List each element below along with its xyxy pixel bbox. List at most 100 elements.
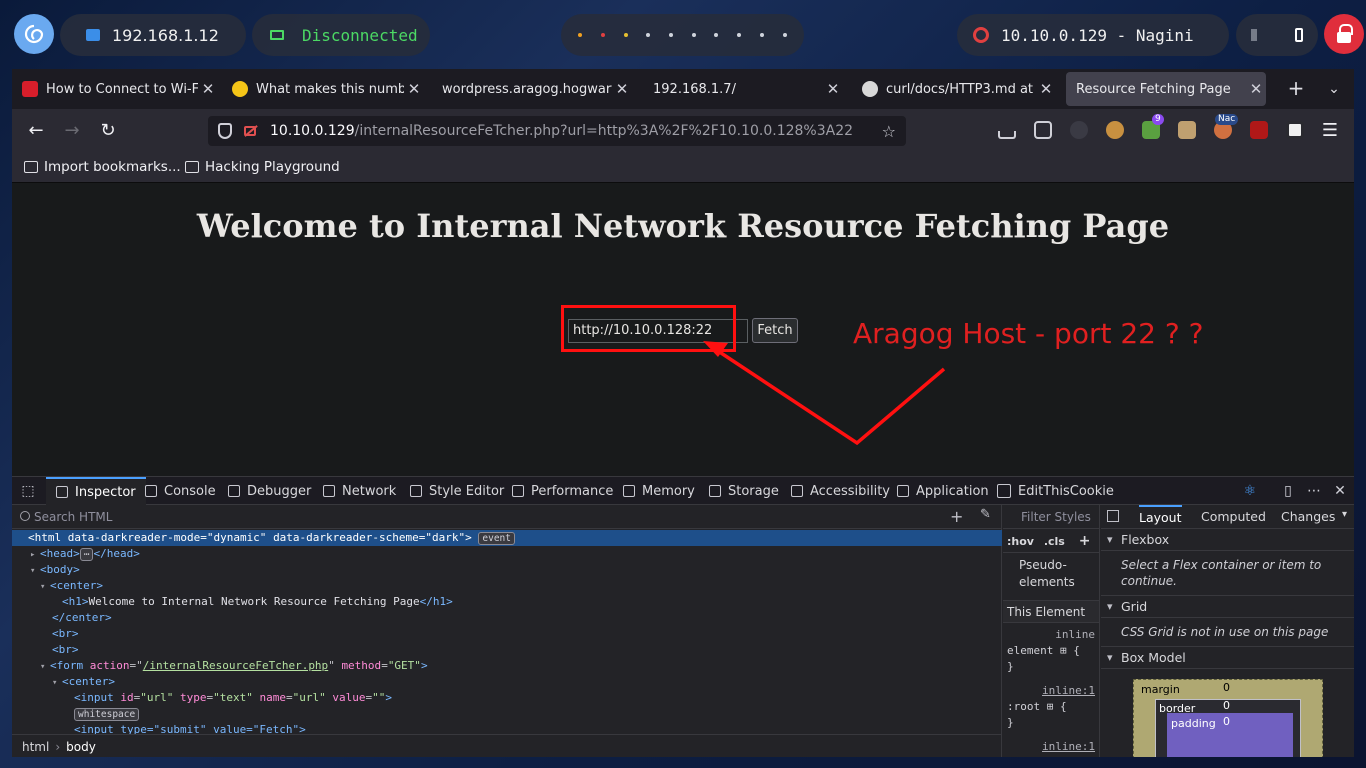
tab-application[interactable]: Application	[897, 477, 989, 505]
tab-performance[interactable]: Performance	[512, 477, 613, 505]
element-picker-icon[interactable]: ⬚	[20, 483, 36, 499]
rule-source-link[interactable]: inline:1	[1007, 739, 1095, 755]
form-action-link[interactable]: /internalResourceFeTcher.php	[143, 659, 328, 672]
overflow-chevron-icon[interactable]: ▾	[1342, 509, 1347, 520]
workspace-switcher[interactable]	[561, 14, 804, 56]
volume-muted-icon[interactable]	[1251, 29, 1265, 41]
eyedropper-icon[interactable]: ✎	[980, 507, 991, 522]
workspace-dot[interactable]	[782, 33, 787, 37]
tree-node-h1[interactable]: <h1>Welcome to Internal Network Resource…	[12, 594, 1002, 610]
class-toggle[interactable]: .cls	[1044, 535, 1065, 548]
tree-node-br[interactable]: <br>	[12, 626, 1002, 642]
tab-console[interactable]: Console	[145, 477, 216, 505]
tab-layout[interactable]: Layout	[1139, 505, 1182, 529]
tab-storage[interactable]: Storage	[709, 477, 779, 505]
tree-node-br[interactable]: <br>	[12, 642, 1002, 658]
hover-toggle[interactable]: :hov	[1007, 535, 1034, 548]
tab-debugger[interactable]: Debugger	[228, 477, 311, 505]
vpn-status-indicator[interactable]: Disconnected	[252, 14, 430, 56]
workspace-dot[interactable]	[669, 33, 674, 37]
tree-node-whitespace[interactable]: whitespace	[12, 706, 1002, 722]
address-bar[interactable]: 10.10.0.129/internalResourceFeTcher.php?…	[208, 116, 906, 146]
ninja-extension-icon[interactable]	[1070, 121, 1088, 139]
tab-computed[interactable]: Computed	[1201, 505, 1266, 529]
workspace-dot[interactable]	[737, 33, 742, 37]
close-tab-icon[interactable]: ✕	[1246, 80, 1266, 98]
close-tab-icon[interactable]: ✕	[404, 80, 424, 98]
flexbox-section[interactable]: Flexbox	[1101, 529, 1354, 551]
menu-hamburger-icon[interactable]: ☰	[1318, 119, 1342, 143]
collapse-triangle-icon[interactable]: ▾	[40, 579, 50, 595]
tree-node-center[interactable]: ▾ <center>	[12, 578, 1002, 594]
breadcrumb-item-html[interactable]: html	[22, 740, 49, 754]
tracking-shield-icon[interactable]	[218, 123, 232, 139]
tab-curl[interactable]: curl/docs/HTTP3.md at m ✕	[852, 72, 1056, 106]
tab-wordpress[interactable]: wordpress.aragog.hogwarts ✕	[432, 72, 632, 106]
fetch-button[interactable]: Fetch	[752, 318, 798, 343]
padding-value[interactable]: 0	[1223, 715, 1230, 728]
add-node-plus-icon[interactable]: +	[950, 507, 963, 526]
tab-resource-fetching[interactable]: Resource Fetching Page ✕	[1066, 72, 1266, 106]
workspace-dot[interactable]	[691, 33, 696, 37]
search-html-bar[interactable]: Search HTML + ✎	[12, 505, 1002, 529]
grid-section[interactable]: Grid	[1101, 596, 1354, 618]
close-tab-icon[interactable]: ✕	[1036, 80, 1056, 98]
workspace-dot[interactable]	[759, 33, 764, 37]
bookmark-folder-hacking[interactable]: Hacking Playground	[185, 159, 340, 175]
tab-wifi[interactable]: How to Connect to Wi-Fi ✕	[12, 72, 218, 106]
back-arrow-icon[interactable]: ←	[24, 119, 48, 143]
tab-inspector[interactable]: Inspector	[46, 477, 146, 505]
extensions-puzzle-icon[interactable]	[1034, 121, 1052, 139]
forward-arrow-icon[interactable]: →	[60, 119, 84, 143]
tree-node-head[interactable]: ▸ <head> ⋯ </head>	[12, 546, 1002, 562]
margin-value[interactable]: 0	[1223, 681, 1230, 694]
ublock-origin-icon[interactable]	[1250, 121, 1268, 139]
rule-source-link[interactable]: inline:1	[1007, 683, 1095, 699]
import-bookmarks-link[interactable]: Import bookmarks...	[24, 159, 181, 175]
tree-node-body[interactable]: ▾ <body>	[12, 562, 1002, 578]
hacktools-extension-icon[interactable]	[1178, 121, 1196, 139]
tab-network[interactable]: Network	[323, 477, 396, 505]
tree-node-form[interactable]: ▾ <form action="/internalResourceFeTcher.…	[12, 658, 1002, 674]
local-ip-indicator[interactable]: 192.168.1.12	[60, 14, 246, 56]
tab-number[interactable]: What makes this number ✕	[222, 72, 424, 106]
close-tab-icon[interactable]: ✕	[823, 80, 843, 98]
app-launcher-button[interactable]	[14, 14, 54, 54]
insecure-lock-icon[interactable]	[244, 126, 256, 136]
bookmark-star-icon[interactable]: ☆	[882, 122, 896, 141]
tab-ip[interactable]: 192.168.1.7/ ✕	[643, 72, 843, 106]
close-devtools-icon[interactable]: ✕	[1332, 483, 1348, 499]
tab-accessibility[interactable]: Accessibility	[791, 477, 890, 505]
tab-editthiscookie[interactable]: EditThisCookie	[997, 477, 1114, 505]
border-value[interactable]: 0	[1223, 699, 1230, 712]
breadcrumb-item-body[interactable]: body	[66, 740, 96, 754]
pseudo-elements-toggle[interactable]: Pseudo-elements	[1003, 553, 1099, 601]
responsive-mode-icon[interactable]: ▯	[1280, 483, 1296, 499]
cookie-extension-icon[interactable]	[1106, 121, 1124, 139]
tab-changes[interactable]: Changes	[1281, 505, 1335, 529]
tree-node-center[interactable]: ▾ <center>	[12, 674, 1002, 690]
workspace-dot[interactable]	[578, 33, 583, 37]
box-model-section[interactable]: Box Model	[1101, 647, 1354, 669]
collapse-triangle-icon[interactable]: ▾	[30, 563, 40, 579]
close-tab-icon[interactable]: ✕	[612, 80, 632, 98]
downloads-icon[interactable]	[998, 131, 1016, 139]
expand-triangle-icon[interactable]: ▸	[30, 547, 40, 563]
event-badge[interactable]: event	[478, 532, 515, 545]
tree-node-html[interactable]: <html data-darkreader-mode="dynamic" dat…	[12, 530, 1002, 546]
more-options-icon[interactable]: ⋯	[1306, 483, 1322, 499]
tab-memory[interactable]: Memory	[623, 477, 695, 505]
collapse-triangle-icon[interactable]: ▾	[40, 659, 50, 675]
workspace-dot[interactable]	[646, 33, 651, 37]
tree-node-input[interactable]: <input id="url" type="text" name="url" v…	[12, 690, 1002, 706]
lock-screen-button[interactable]	[1324, 14, 1364, 54]
workspace-dot[interactable]	[623, 33, 628, 37]
tab-style-editor[interactable]: Style Editor	[410, 477, 504, 505]
sidebar-toggle-icon[interactable]	[1107, 510, 1119, 522]
workspace-dot[interactable]	[601, 33, 606, 37]
new-tab-plus-icon[interactable]: +	[1284, 77, 1308, 101]
battery-icon[interactable]	[1295, 28, 1303, 42]
qr-code-icon[interactable]	[1286, 121, 1304, 139]
whitespace-badge[interactable]: whitespace	[74, 708, 140, 721]
system-tray[interactable]	[1236, 14, 1318, 56]
